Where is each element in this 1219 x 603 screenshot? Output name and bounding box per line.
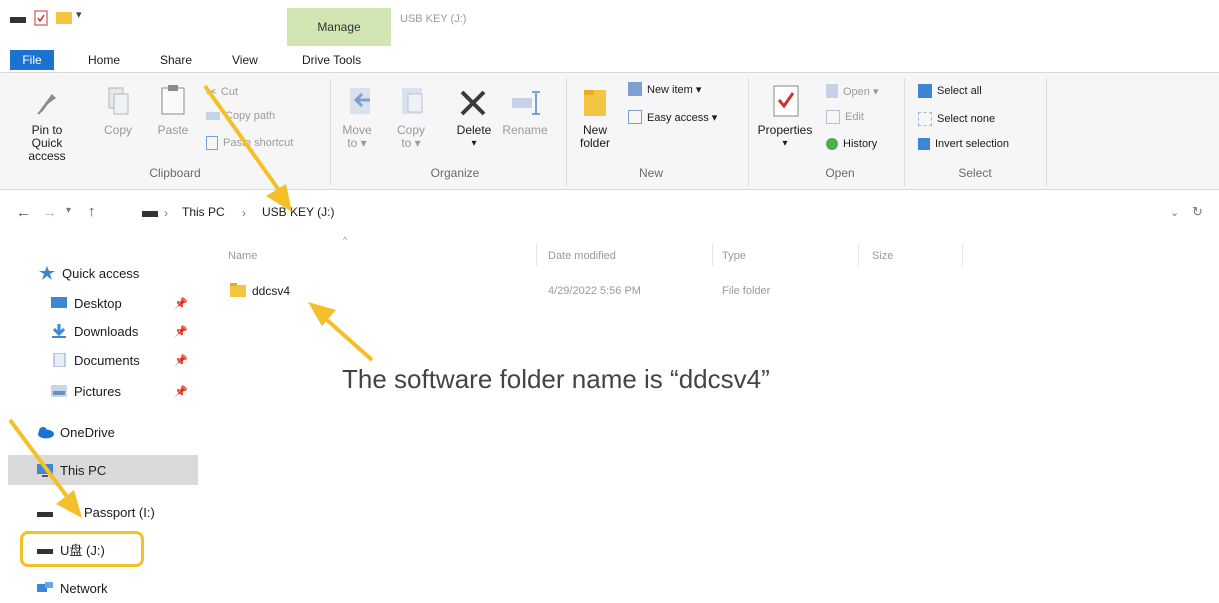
annotation-text: The software folder name is “ddcsv4” [342, 364, 770, 394]
callout-arrows [8, 84, 374, 518]
arrow-to-folder [308, 302, 374, 362]
arrow-to-address-bar [203, 84, 292, 212]
arrow-to-usb-drive [8, 418, 82, 518]
